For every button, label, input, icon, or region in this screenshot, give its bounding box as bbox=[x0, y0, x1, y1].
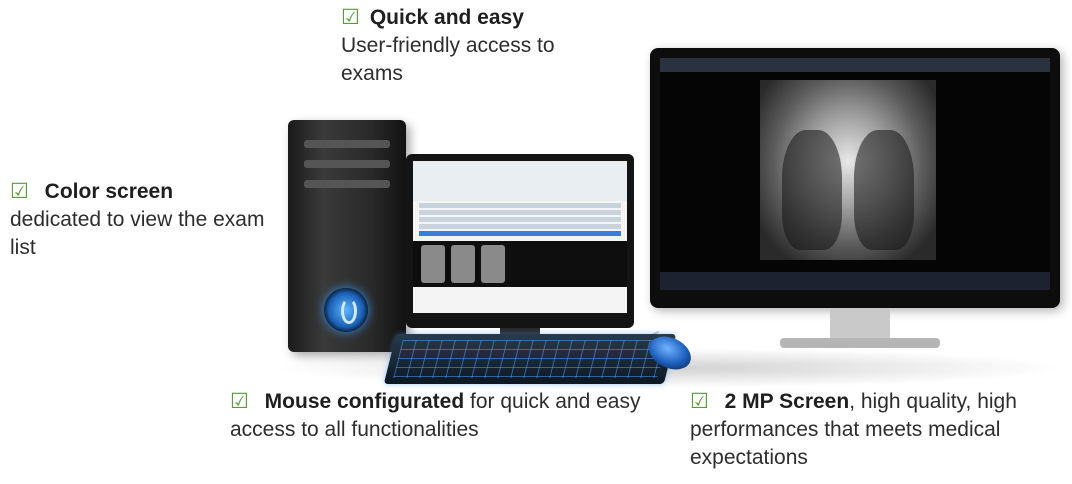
callout-color-screen: ☑ Color screen dedicated to view the exa… bbox=[10, 178, 270, 262]
exam-row bbox=[419, 217, 621, 222]
thumbnail-strip bbox=[413, 241, 627, 287]
xray-thumbnail bbox=[481, 245, 505, 283]
exam-row bbox=[419, 210, 621, 215]
diagnostic-screen bbox=[660, 58, 1050, 290]
lung-left bbox=[782, 130, 842, 250]
exam-row bbox=[419, 224, 621, 229]
exam-list-screen bbox=[413, 161, 627, 313]
xray-thumbnail bbox=[451, 245, 475, 283]
keyboard-keys bbox=[393, 340, 667, 378]
power-button-icon bbox=[324, 288, 368, 332]
callout-title: Quick and easy bbox=[369, 6, 524, 29]
workstation-illustration bbox=[270, 48, 1070, 388]
exam-row bbox=[419, 203, 621, 208]
monitor-base bbox=[780, 338, 940, 348]
pc-tower bbox=[288, 120, 406, 352]
screen-header bbox=[413, 161, 627, 201]
checkbox-icon: ☑ bbox=[690, 390, 709, 413]
callout-title: 2 MP Screen bbox=[724, 390, 850, 413]
chest-xray-image bbox=[760, 80, 936, 260]
xray-thumbnail bbox=[421, 245, 445, 283]
exam-list-monitor bbox=[406, 154, 634, 328]
viewer-toolbar bbox=[660, 58, 1050, 72]
lung-right bbox=[854, 130, 914, 250]
checkbox-icon: ☑ bbox=[230, 390, 249, 413]
drive-slot bbox=[304, 140, 390, 148]
keyboard bbox=[383, 334, 677, 384]
exam-row-selected bbox=[419, 231, 621, 236]
callout-mouse: ☑ Mouse configurated for quick and easy … bbox=[230, 388, 650, 444]
viewer-tools-bar bbox=[660, 272, 1050, 290]
callout-title: Color screen bbox=[44, 180, 174, 203]
drive-slot bbox=[304, 180, 390, 188]
callout-2mp-screen: ☑ 2 MP Screen, high quality, high perfor… bbox=[690, 388, 1070, 472]
callout-title: Mouse configurated bbox=[264, 390, 465, 413]
drive-slot bbox=[304, 160, 390, 168]
checkbox-icon: ☑ bbox=[341, 6, 360, 29]
checkbox-icon: ☑ bbox=[10, 180, 29, 203]
callout-text: dedicated to view the exam list bbox=[10, 208, 265, 259]
diagnostic-monitor bbox=[650, 48, 1060, 308]
